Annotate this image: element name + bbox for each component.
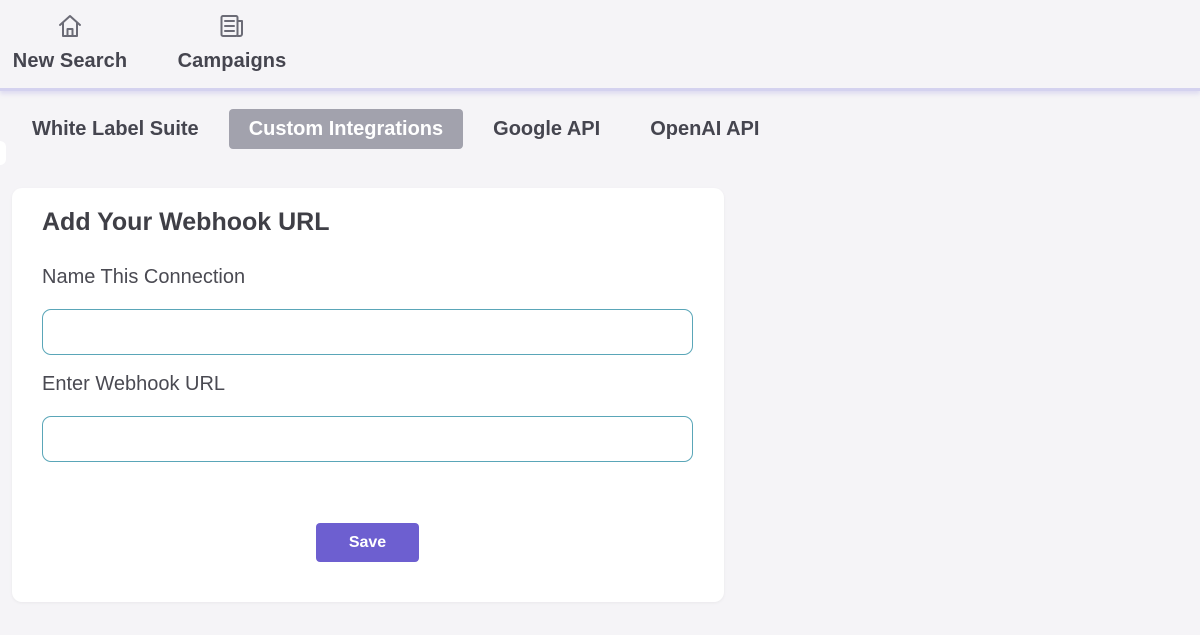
tab-custom-integrations[interactable]: Custom Integrations bbox=[228, 109, 464, 149]
webhook-card: Add Your Webhook URL Name This Connectio… bbox=[12, 188, 724, 602]
webhook-url-input[interactable] bbox=[42, 416, 693, 462]
top-navigation: New Search Campaigns bbox=[0, 0, 1200, 91]
nav-campaigns[interactable]: Campaigns bbox=[177, 12, 287, 73]
tab-google-api[interactable]: Google API bbox=[473, 109, 620, 149]
nav-campaigns-label: Campaigns bbox=[177, 50, 287, 72]
nav-new-search[interactable]: New Search bbox=[12, 12, 128, 73]
integration-tabs: White Label Suite Custom Integrations Go… bbox=[12, 109, 789, 149]
document-icon bbox=[218, 12, 246, 40]
webhook-url-label: Enter Webhook URL bbox=[42, 373, 226, 395]
card-title: Add Your Webhook URL bbox=[42, 208, 330, 236]
home-icon bbox=[56, 12, 84, 40]
connection-name-input[interactable] bbox=[42, 309, 693, 355]
connection-name-label: Name This Connection bbox=[42, 266, 246, 288]
tab-openai-api[interactable]: OpenAI API bbox=[630, 109, 779, 149]
nav-new-search-label: New Search bbox=[12, 50, 128, 72]
edge-handle bbox=[0, 141, 6, 165]
save-button[interactable]: Save bbox=[316, 523, 419, 562]
tab-white-label-suite[interactable]: White Label Suite bbox=[12, 109, 219, 149]
